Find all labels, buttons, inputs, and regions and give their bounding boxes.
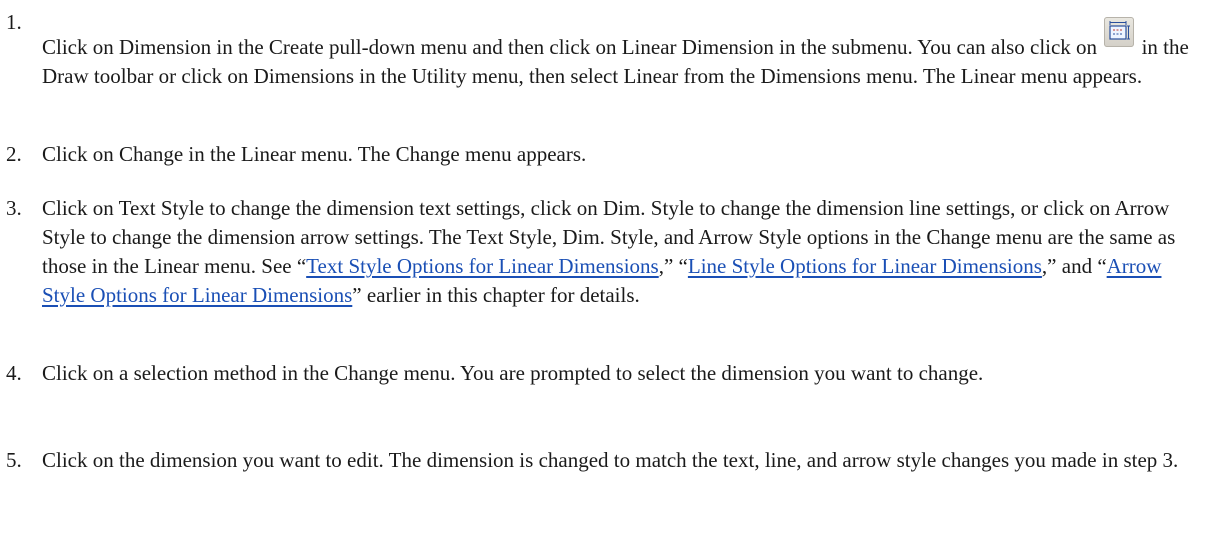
step-text: Click on Text Style to change the dimens…	[42, 194, 1201, 310]
link-text-style-options[interactable]: Text Style Options for Linear Dimensions	[306, 254, 659, 278]
step-1: 1. Click on Dimension in the Create pull…	[6, 8, 1201, 91]
link-line-style-options[interactable]: Line Style Options for Linear Dimensions	[688, 254, 1042, 278]
step-2: 2. Click on Change in the Linear menu. T…	[6, 140, 1201, 169]
step-text: Click on Dimension in the Create pull-do…	[42, 8, 1201, 91]
document-page: 1. Click on Dimension in the Create pull…	[0, 0, 1210, 560]
step-number: 3.	[6, 196, 22, 220]
step-text-part: ” earlier in this chapter for details.	[352, 283, 640, 307]
step-text: Click on a selection method in the Chang…	[42, 361, 984, 385]
linear-dimension-icon	[1104, 17, 1135, 47]
step-4: 4. Click on a selection method in the Ch…	[6, 359, 1201, 388]
step-text-part: ,” “	[658, 254, 688, 278]
step-text-part: ,” and “	[1041, 254, 1107, 278]
step-number: 1.	[6, 10, 22, 34]
step-number: 4.	[6, 361, 22, 385]
step-number: 2.	[6, 142, 22, 166]
step-text-part: Click on Dimension in the Create pull-do…	[42, 35, 1098, 59]
step-text: Click on Change in the Linear menu. The …	[42, 142, 587, 166]
step-number: 5.	[6, 448, 22, 472]
step-5: 5. Click on the dimension you want to ed…	[6, 446, 1201, 475]
step-3: 3. Click on Text Style to change the dim…	[6, 194, 1201, 310]
step-text: Click on the dimension you want to edit.…	[42, 448, 1179, 472]
